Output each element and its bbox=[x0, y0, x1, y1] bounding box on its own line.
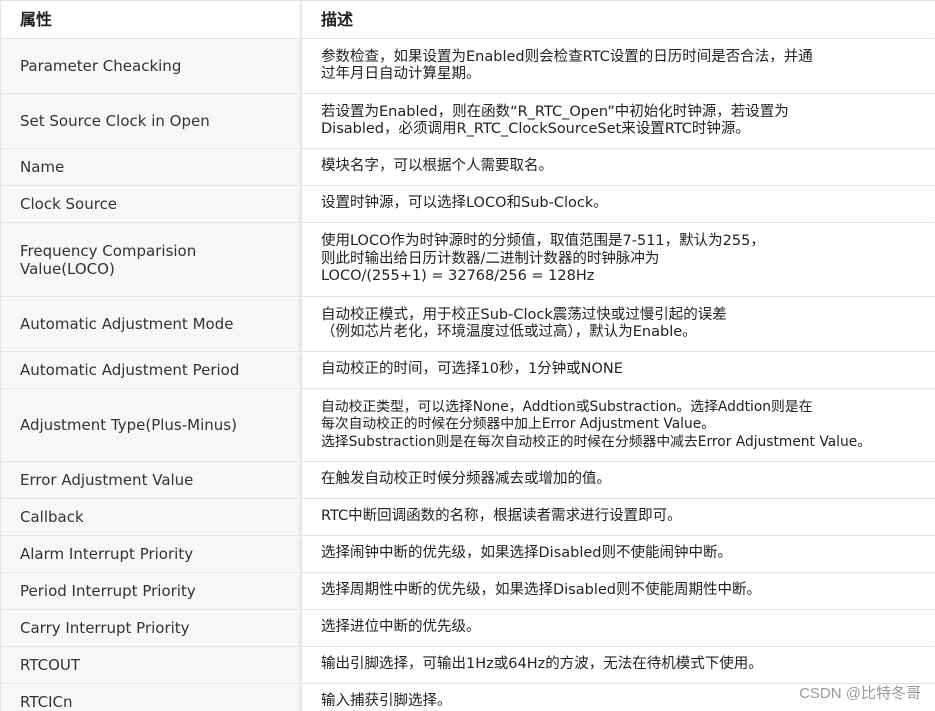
description-cell: 参数检查，如果设置为Enabled则会检查RTC设置的日历时间是否合法，并通 过… bbox=[301, 38, 935, 94]
description-cell: 使用LOCO作为时钟源时的分频值，取值范围是7-511，默认为255， 则此时输… bbox=[301, 222, 935, 297]
property-cell: Error Adjustment Value bbox=[0, 461, 302, 499]
table-row: Parameter Cheacking 参数检查，如果设置为Enabled则会检… bbox=[0, 38, 935, 94]
description-cell: RTC中断回调函数的名称，根据读者需求进行设置即可。 bbox=[301, 498, 935, 536]
property-cell: Frequency Comparision Value(LOCO) bbox=[0, 222, 302, 297]
table-row: Name 模块名字，可以根据个人需要取名。 bbox=[0, 148, 935, 186]
table-row: Period Interrupt Priority 选择周期性中断的优先级，如果… bbox=[0, 572, 935, 610]
property-cell: Clock Source bbox=[0, 185, 302, 223]
table-row: Automatic Adjustment Mode 自动校正模式，用于校正Sub… bbox=[0, 296, 935, 352]
property-cell: Adjustment Type(Plus-Minus) bbox=[0, 388, 302, 462]
description-cell: 模块名字，可以根据个人需要取名。 bbox=[301, 148, 935, 186]
table-header-row: 属性 描述 bbox=[0, 0, 935, 39]
description-cell: 选择周期性中断的优先级，如果选择Disabled则不使能周期性中断。 bbox=[301, 572, 935, 610]
table-row: RTCOUT 输出引脚选择，可输出1Hz或64Hz的方波，无法在待机模式下使用。 bbox=[0, 646, 935, 684]
table-row: Automatic Adjustment Period 自动校正的时间，可选择1… bbox=[0, 351, 935, 389]
description-cell: 在触发自动校正时候分频器减去或增加的值。 bbox=[301, 461, 935, 499]
property-cell: Parameter Cheacking bbox=[0, 38, 302, 94]
description-cell: 设置时钟源，可以选择LOCO和Sub-Clock。 bbox=[301, 185, 935, 223]
description-cell: 选择进位中断的优先级。 bbox=[301, 609, 935, 647]
property-cell: Carry Interrupt Priority bbox=[0, 609, 302, 647]
table-row: Adjustment Type(Plus-Minus) 自动校正类型，可以选择N… bbox=[0, 388, 935, 462]
property-cell: RTCOUT bbox=[0, 646, 302, 684]
property-cell: Alarm Interrupt Priority bbox=[0, 535, 302, 573]
table-row: Callback RTC中断回调函数的名称，根据读者需求进行设置即可。 bbox=[0, 498, 935, 536]
property-cell: Set Source Clock in Open bbox=[0, 93, 302, 149]
property-cell: Callback bbox=[0, 498, 302, 536]
table-row: RTCICn 输入捕获引脚选择。 bbox=[0, 683, 935, 711]
table-row: Error Adjustment Value 在触发自动校正时候分频器减去或增加… bbox=[0, 461, 935, 499]
table-row: Alarm Interrupt Priority 选择闹钟中断的优先级，如果选择… bbox=[0, 535, 935, 573]
property-cell: Name bbox=[0, 148, 302, 186]
table-row: Frequency Comparision Value(LOCO) 使用LOCO… bbox=[0, 222, 935, 297]
properties-table: 属性 描述 Parameter Cheacking 参数检查，如果设置为Enab… bbox=[0, 0, 935, 711]
property-cell: Automatic Adjustment Mode bbox=[0, 296, 302, 352]
description-cell: 自动校正模式，用于校正Sub-Clock震荡过快或过慢引起的误差 （例如芯片老化… bbox=[301, 296, 935, 352]
description-cell: 选择闹钟中断的优先级，如果选择Disabled则不使能闹钟中断。 bbox=[301, 535, 935, 573]
property-cell: Period Interrupt Priority bbox=[0, 572, 302, 610]
description-cell: 自动校正类型，可以选择None，Addtion或Substraction。选择A… bbox=[301, 388, 935, 462]
header-property: 属性 bbox=[0, 0, 302, 39]
watermark: CSDN @比特冬哥 bbox=[799, 685, 921, 702]
table-row: Set Source Clock in Open 若设置为Enabled，则在函… bbox=[0, 93, 935, 149]
page: 属性 描述 Parameter Cheacking 参数检查，如果设置为Enab… bbox=[0, 0, 935, 711]
table-row: Carry Interrupt Priority 选择进位中断的优先级。 bbox=[0, 609, 935, 647]
description-cell: 自动校正的时间，可选择10秒，1分钟或NONE bbox=[301, 351, 935, 389]
property-cell: Automatic Adjustment Period bbox=[0, 351, 302, 389]
header-description: 描述 bbox=[301, 0, 935, 39]
property-cell: RTCICn bbox=[0, 683, 302, 711]
table-row: Clock Source 设置时钟源，可以选择LOCO和Sub-Clock。 bbox=[0, 185, 935, 223]
description-cell: 若设置为Enabled，则在函数“R_RTC_Open”中初始化时钟源，若设置为… bbox=[301, 93, 935, 149]
description-cell: 输出引脚选择，可输出1Hz或64Hz的方波，无法在待机模式下使用。 bbox=[301, 646, 935, 684]
